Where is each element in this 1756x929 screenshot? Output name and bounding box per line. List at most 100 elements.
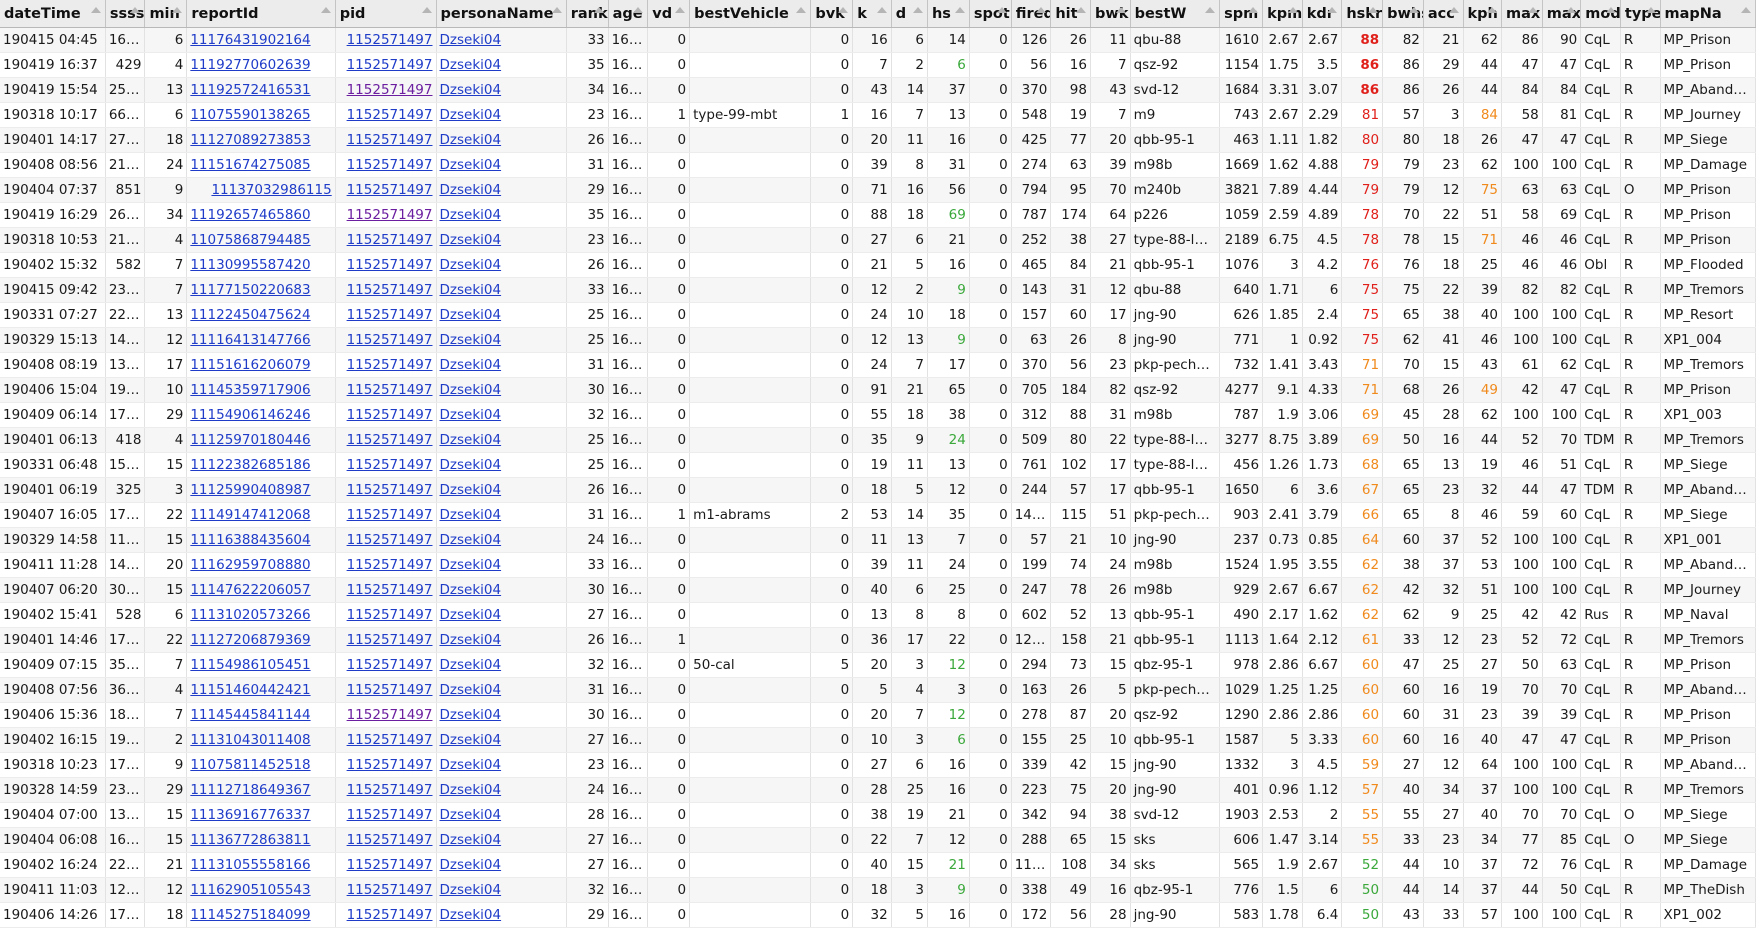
personaName-link[interactable]: Dzseki04 bbox=[440, 632, 502, 648]
table-row[interactable]: 190329 14:58 1179 15 11116388435604 11525714… bbox=[0, 527, 1756, 553]
table-row[interactable]: 190409 07:15 3550 7 11154986105451 115257149… bbox=[0, 652, 1756, 678]
column-header-kph[interactable]: kph bbox=[1463, 0, 1502, 28]
personaName-link[interactable]: Dzseki04 bbox=[440, 907, 502, 923]
reportId-link[interactable]: 11192572416531 bbox=[190, 82, 310, 98]
personaName-link[interactable]: Dzseki04 bbox=[440, 657, 502, 673]
column-header-hskr[interactable]: hskr bbox=[1341, 0, 1384, 28]
pid-link[interactable]: 1152571497 bbox=[347, 457, 433, 473]
personaName-link[interactable]: Dzseki04 bbox=[440, 357, 502, 373]
column-header-bwhs[interactable]: bwhs bbox=[1382, 0, 1424, 28]
personaName-link[interactable]: Dzseki04 bbox=[440, 82, 502, 98]
personaName-link[interactable]: Dzseki04 bbox=[440, 457, 502, 473]
pid-link[interactable]: 1152571497 bbox=[347, 507, 433, 523]
table-row[interactable]: 190401 14:17 2786 18 11127089273853 11525714… bbox=[0, 127, 1756, 153]
pid-link[interactable]: 1152571497 bbox=[347, 582, 433, 598]
column-header-reportId[interactable]: reportId bbox=[186, 0, 336, 28]
table-row[interactable]: 190401 14:46 1703 22 11127206879369 11525714… bbox=[0, 627, 1756, 653]
table-row[interactable]: 190318 10:23 1702 9 11075811452518 115257149… bbox=[0, 752, 1756, 778]
pid-link[interactable]: 1152571497 bbox=[347, 832, 433, 848]
pid-link[interactable]: 1152571497 bbox=[347, 57, 433, 73]
pid-link[interactable]: 1152571497 bbox=[347, 807, 433, 823]
personaName-link[interactable]: Dzseki04 bbox=[440, 607, 502, 623]
reportId-link[interactable]: 11136916776337 bbox=[190, 807, 310, 823]
personaName-link[interactable]: Dzseki04 bbox=[440, 482, 502, 498]
table-row[interactable]: 190402 16:24 2250 21 11131055558166 11525714… bbox=[0, 852, 1756, 878]
reportId-link[interactable]: 11145445841144 bbox=[190, 707, 310, 723]
reportId-link[interactable]: 11116388435604 bbox=[190, 532, 310, 548]
table-row[interactable]: 190415 04:45 1613 6 11176431902164 115257149… bbox=[0, 27, 1756, 53]
column-header-hit[interactable]: hit bbox=[1050, 0, 1091, 28]
pid-link[interactable]: 1152571497 bbox=[347, 357, 433, 373]
personaName-link[interactable]: Dzseki04 bbox=[440, 157, 502, 173]
reportId-link[interactable]: 11127089273853 bbox=[190, 132, 310, 148]
table-row[interactable]: 190407 16:05 1777 22 11149147412068 11525714… bbox=[0, 502, 1756, 528]
column-header-bwk[interactable]: bwk bbox=[1090, 0, 1131, 28]
pid-link[interactable]: 1152571497 bbox=[347, 307, 433, 323]
reportId-link[interactable]: 11125970180446 bbox=[190, 432, 310, 448]
column-header-kdr[interactable]: kdr bbox=[1302, 0, 1343, 28]
column-header-vd[interactable]: vd bbox=[647, 0, 691, 28]
table-row[interactable]: 190404 06:08 1670 15 11136772863811 11525714… bbox=[0, 827, 1756, 853]
personaName-link[interactable]: Dzseki04 bbox=[440, 507, 502, 523]
pid-link[interactable]: 1152571497 bbox=[347, 157, 433, 173]
personaName-link[interactable]: Dzseki04 bbox=[440, 782, 502, 798]
reportId-link[interactable]: 11162905105543 bbox=[190, 882, 310, 898]
reportId-link[interactable]: 11176431902164 bbox=[190, 32, 310, 48]
column-header-mapName[interactable]: mapNa bbox=[1660, 0, 1756, 28]
pid-link[interactable]: 1152571497 bbox=[347, 882, 433, 898]
reportId-link[interactable]: 11122450475624 bbox=[190, 307, 310, 323]
personaName-link[interactable]: Dzseki04 bbox=[440, 532, 502, 548]
pid-link[interactable]: 1152571497 bbox=[347, 657, 433, 673]
column-header-bestVehicle[interactable]: bestVehicle bbox=[689, 0, 812, 28]
column-header-k[interactable]: k bbox=[852, 0, 892, 28]
reportId-link[interactable]: 11075811452518 bbox=[190, 757, 310, 773]
pid-link[interactable]: 1152571497 bbox=[347, 257, 433, 273]
personaName-link[interactable]: Dzseki04 bbox=[440, 107, 502, 123]
table-row[interactable]: 190329 15:13 1421 12 11116413147766 11525714… bbox=[0, 327, 1756, 353]
table-row[interactable]: 190419 15:54 2545 13 11192572416531 11525714… bbox=[0, 77, 1756, 103]
table-row[interactable]: 190331 06:48 1552 15 11122382685186 11525714… bbox=[0, 452, 1756, 478]
pid-link[interactable]: 1152571497 bbox=[347, 732, 433, 748]
personaName-link[interactable]: Dzseki04 bbox=[440, 582, 502, 598]
personaName-link[interactable]: Dzseki04 bbox=[440, 832, 502, 848]
table-row[interactable]: 190408 08:56 2167 24 11151674275085 11525714… bbox=[0, 152, 1756, 178]
table-row[interactable]: 190318 10:53 2163 4 11075868794485 115257149… bbox=[0, 227, 1756, 253]
reportId-link[interactable]: 11122382685186 bbox=[190, 457, 310, 473]
column-header-kpm[interactable]: kpm bbox=[1262, 0, 1303, 28]
reportId-link[interactable]: 11137032986115 bbox=[211, 182, 331, 198]
column-header-spm[interactable]: spm bbox=[1219, 0, 1264, 28]
personaName-link[interactable]: Dzseki04 bbox=[440, 707, 502, 723]
reportId-link[interactable]: 11116413147766 bbox=[190, 332, 310, 348]
table-row[interactable]: 190408 07:56 3649 4 11151460442421 115257149… bbox=[0, 677, 1756, 703]
table-row[interactable]: 190406 15:36 1853 7 11145445841144 115257149… bbox=[0, 702, 1756, 728]
pid-link[interactable]: 1152571497 bbox=[347, 82, 433, 98]
table-row[interactable]: 190402 15:41 528 6 11131020573266 1152571497… bbox=[0, 602, 1756, 628]
reportId-link[interactable]: 11154986105451 bbox=[190, 657, 310, 673]
table-row[interactable]: 190401 06:19 325 3 11125990408987 1152571497… bbox=[0, 477, 1756, 503]
pid-link[interactable]: 1152571497 bbox=[347, 107, 433, 123]
reportId-link[interactable]: 11075590138265 bbox=[190, 107, 310, 123]
reportId-link[interactable]: 11147622206057 bbox=[190, 582, 310, 598]
pid-link[interactable]: 1152571497 bbox=[347, 532, 433, 548]
column-header-rank[interactable]: rank bbox=[566, 0, 609, 28]
table-row[interactable]: 190415 09:42 2324 7 11177150220683 115257149… bbox=[0, 277, 1756, 303]
column-header-d[interactable]: d bbox=[891, 0, 928, 28]
reportId-link[interactable]: 11151616206079 bbox=[190, 357, 310, 373]
personaName-link[interactable]: Dzseki04 bbox=[440, 257, 502, 273]
column-header-fired[interactable]: fired bbox=[1011, 0, 1052, 28]
pid-link[interactable]: 1152571497 bbox=[347, 232, 433, 248]
table-row[interactable]: 190404 07:37 851 9 11137032986115 1152571497… bbox=[0, 177, 1756, 203]
personaName-link[interactable]: Dzseki04 bbox=[440, 232, 502, 248]
column-header-mod[interactable]: mod bbox=[1580, 0, 1621, 28]
pid-link[interactable]: 1152571497 bbox=[347, 857, 433, 873]
pid-link[interactable]: 1152571497 bbox=[347, 407, 433, 423]
reportId-link[interactable]: 11154906146246 bbox=[190, 407, 310, 423]
reportId-link[interactable]: 11131043011408 bbox=[190, 732, 310, 748]
pid-link[interactable]: 1152571497 bbox=[347, 182, 433, 198]
personaName-link[interactable]: Dzseki04 bbox=[440, 732, 502, 748]
column-header-hs[interactable]: hs bbox=[927, 0, 970, 28]
column-header-max2[interactable]: max bbox=[1542, 0, 1582, 28]
column-header-bvk[interactable]: bvk bbox=[810, 0, 854, 28]
column-header-ssss[interactable]: ssss bbox=[105, 0, 146, 28]
reportId-link[interactable]: 11151460442421 bbox=[190, 682, 310, 698]
